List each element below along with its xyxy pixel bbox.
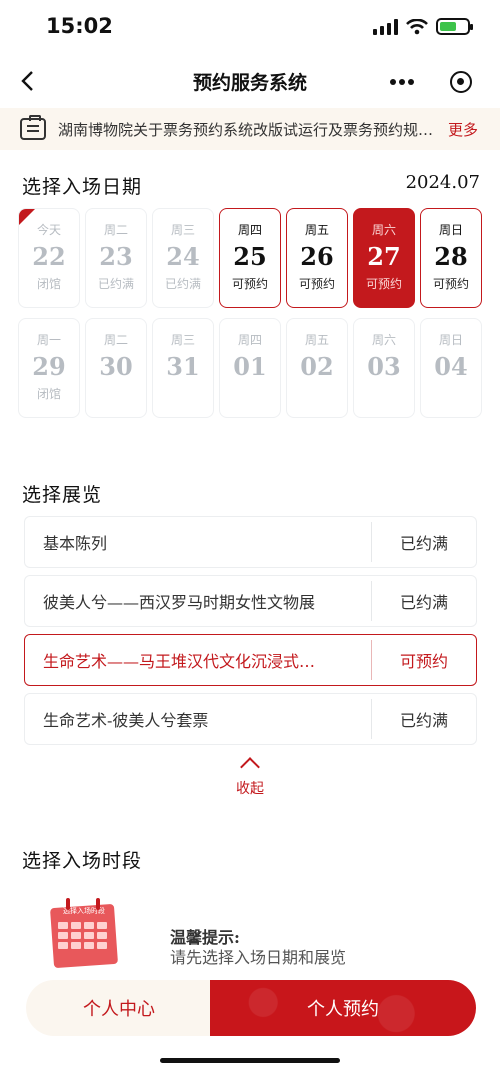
date-number: 02 xyxy=(300,352,334,381)
chevron-up-icon xyxy=(240,757,260,777)
date-cell[interactable]: 周六 27 可预约 xyxy=(353,208,415,308)
date-status: 可预约 xyxy=(231,277,268,291)
date-number: 28 xyxy=(434,242,468,271)
date-status: 闭馆 xyxy=(36,387,61,401)
exhibit-status: 可预约 xyxy=(399,652,448,671)
exhibit-name: 生命艺术-彼美人兮套票 xyxy=(43,711,209,730)
collapse-button[interactable]: 收起 xyxy=(220,752,280,798)
date-weekday: 周五 xyxy=(304,333,329,347)
date-cell[interactable]: 周四 01 xyxy=(219,318,281,418)
date-cell[interactable]: 周五 26 可预约 xyxy=(286,208,348,308)
date-cell[interactable]: 周日 04 xyxy=(420,318,482,418)
date-grid: 今天 22 闭馆 周二 23 已约满 周三 24 已约满 周四 25 可预约 周五 26 可预约 周六 27 可预… xyxy=(18,208,484,418)
tip-text-block: 温馨提示: 请先选择入场日期和展览 xyxy=(170,928,346,968)
exhibit-status: 已约满 xyxy=(399,593,448,612)
personal-booking-label: 个人预约 xyxy=(307,999,379,1020)
date-cell[interactable]: 周六 03 xyxy=(353,318,415,418)
month-label: 2024.07 xyxy=(405,172,480,193)
date-number: 01 xyxy=(233,352,267,381)
date-status: 可预约 xyxy=(298,277,335,291)
notice-bar[interactable]: 湖南博物院关于票务预约系统改版试运行及票务预约规… 更多 xyxy=(0,108,500,150)
calendar-illustration-label: 选择入场时段 xyxy=(63,907,105,915)
date-status: 已约满 xyxy=(97,277,134,291)
exhibit-list: 基本陈列 已约满 彼美人兮——西汉罗马时期女性文物展 已约满 生命艺术——马王堆汉代文化… xyxy=(24,516,477,752)
exhibit-name: 生命艺术——马王堆汉代文化沉浸式… xyxy=(43,652,316,671)
date-number: 29 xyxy=(32,352,66,381)
date-number: 24 xyxy=(166,242,200,271)
exhibit-row[interactable]: 生命艺术-彼美人兮套票 已约满 xyxy=(24,693,477,745)
time-section-title: 选择入场时段 xyxy=(22,850,143,872)
announcement-icon xyxy=(20,115,46,140)
exhibit-row[interactable]: 彼美人兮——西汉罗马时期女性文物展 已约满 xyxy=(24,575,477,627)
date-status: 可预约 xyxy=(432,277,469,291)
personal-booking-button[interactable]: 个人预约 xyxy=(210,980,476,1036)
date-weekday: 周三 xyxy=(170,333,195,347)
date-status: 已约满 xyxy=(164,277,201,291)
date-weekday: 周五 xyxy=(304,223,329,237)
tip-message: 请先选择入场日期和展览 xyxy=(170,948,347,967)
battery-icon xyxy=(436,18,473,35)
date-status: 可预约 xyxy=(365,277,402,291)
date-number: 27 xyxy=(367,242,401,271)
more-dots-icon[interactable] xyxy=(390,79,414,85)
date-weekday: 周二 xyxy=(103,333,128,347)
signal-icon xyxy=(373,18,398,35)
date-cell[interactable]: 周三 24 已约满 xyxy=(152,208,214,308)
bottom-action-bar: 个人中心 个人预约 xyxy=(26,980,476,1036)
date-weekday: 周四 xyxy=(237,223,262,237)
exhibit-status: 已约满 xyxy=(399,711,448,730)
exhibit-row[interactable]: 基本陈列 已约满 xyxy=(24,516,477,568)
date-cell[interactable]: 周二 30 xyxy=(85,318,147,418)
collapse-label: 收起 xyxy=(236,781,264,797)
today-corner-marker xyxy=(19,209,35,225)
date-weekday: 周日 xyxy=(438,223,463,237)
close-target-icon[interactable] xyxy=(450,71,472,93)
exhibit-status: 已约满 xyxy=(399,534,448,553)
date-cell[interactable]: 周一 29 闭馆 xyxy=(18,318,80,418)
status-time: 15:02 xyxy=(46,14,113,38)
home-indicator xyxy=(160,1058,340,1063)
status-bar: 15:02 xyxy=(0,0,500,56)
date-cell[interactable]: 周四 25 可预约 xyxy=(219,208,281,308)
status-icons xyxy=(373,18,473,35)
date-weekday: 周一 xyxy=(36,333,61,347)
date-weekday: 周二 xyxy=(103,223,128,237)
wifi-icon xyxy=(406,18,428,34)
exhibit-name: 基本陈列 xyxy=(43,534,108,553)
date-number: 30 xyxy=(99,352,133,381)
nav-bar: 预约服务系统 xyxy=(0,56,500,108)
notice-more-link[interactable]: 更多 xyxy=(448,119,478,140)
date-status: 闭馆 xyxy=(36,277,61,291)
exhibit-row[interactable]: 生命艺术——马王堆汉代文化沉浸式… 可预约 xyxy=(24,634,477,686)
tip-title: 温馨提示: xyxy=(170,928,240,947)
date-number: 26 xyxy=(300,242,334,271)
date-number: 23 xyxy=(99,242,133,271)
date-number: 25 xyxy=(233,242,267,271)
calendar-illustration-icon: 选择入场时段 xyxy=(49,898,122,970)
date-cell[interactable]: 今天 22 闭馆 xyxy=(18,208,80,308)
date-section-title: 选择入场日期 xyxy=(22,176,143,198)
date-cell[interactable]: 周日 28 可预约 xyxy=(420,208,482,308)
exhibit-name: 彼美人兮——西汉罗马时期女性文物展 xyxy=(43,593,316,612)
date-weekday: 周四 xyxy=(237,333,262,347)
date-number: 04 xyxy=(434,352,468,381)
date-weekday: 周六 xyxy=(371,223,396,237)
personal-center-button[interactable]: 个人中心 xyxy=(26,980,212,1036)
exhibit-section-title: 选择展览 xyxy=(22,484,103,506)
date-number: 22 xyxy=(32,242,66,271)
mini-program-capsule xyxy=(382,66,478,98)
date-cell[interactable]: 周五 02 xyxy=(286,318,348,418)
date-cell[interactable]: 周三 31 xyxy=(152,318,214,418)
date-number: 31 xyxy=(166,352,200,381)
date-weekday: 周六 xyxy=(371,333,396,347)
notice-text[interactable]: 湖南博物院关于票务预约系统改版试运行及票务预约规… xyxy=(58,119,438,140)
date-weekday: 周日 xyxy=(438,333,463,347)
date-weekday: 周三 xyxy=(170,223,195,237)
date-cell[interactable]: 周二 23 已约满 xyxy=(85,208,147,308)
date-number: 03 xyxy=(367,352,401,381)
